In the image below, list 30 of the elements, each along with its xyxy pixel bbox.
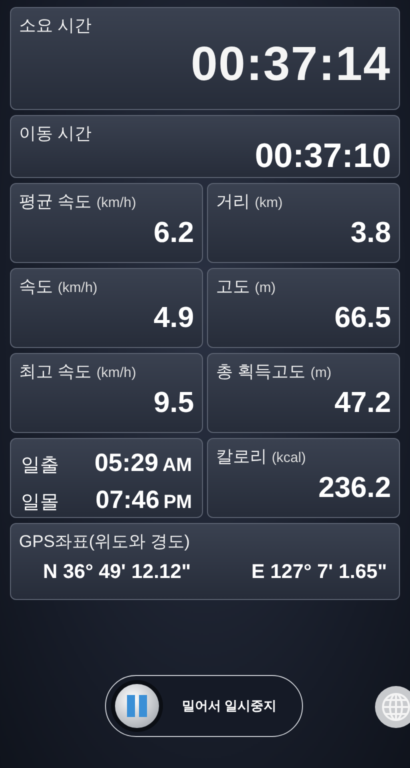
gps-label: GPS좌표(위도와 경도) — [19, 531, 190, 553]
moving-time-value: 00:37:10 — [254, 139, 391, 173]
stat-value: 3.8 — [350, 219, 391, 248]
stat-label: 최고 속도 (km/h) — [19, 361, 136, 383]
stat-label: 평균 속도 (km/h) — [19, 191, 136, 213]
moving-time-label: 이동 시간 — [19, 123, 92, 145]
sun-time: 05:29 — [94, 449, 158, 478]
stat-label: 고도 (m) — [216, 276, 276, 298]
sun-event-label: 일출 — [21, 454, 59, 478]
stat-value: 6.2 — [154, 219, 194, 248]
stat-value: 66.5 — [334, 304, 391, 333]
pause-slider[interactable]: 밀어서 일시중지 — [105, 675, 303, 737]
stat-value: 4.9 — [154, 304, 194, 333]
time-period: AM — [162, 455, 192, 477]
globe-icon[interactable] — [374, 685, 410, 729]
pause-knob-icon[interactable] — [110, 679, 164, 733]
latitude-value: N 36° 49' 12.12" — [43, 561, 191, 584]
total-time-label: 소요 시간 — [19, 15, 92, 37]
stat-label: 칼로리 (kcal) — [216, 446, 306, 468]
stat-value: 236.2 — [318, 474, 391, 503]
stat-label: 속도 (km/h) — [19, 276, 98, 298]
stat-value: 47.2 — [334, 389, 391, 418]
sun-event-label: 일몰 — [21, 491, 59, 515]
longitude-value: E 127° 7' 1.65" — [251, 561, 387, 584]
total-time-value: 00:37:14 — [190, 41, 391, 89]
sun-time: 07:46 — [96, 486, 160, 515]
stat-label: 거리 (km) — [216, 191, 283, 213]
stat-label: 총 획득고도 (m) — [216, 361, 332, 383]
stat-value: 9.5 — [154, 389, 194, 418]
time-period: PM — [164, 492, 192, 514]
